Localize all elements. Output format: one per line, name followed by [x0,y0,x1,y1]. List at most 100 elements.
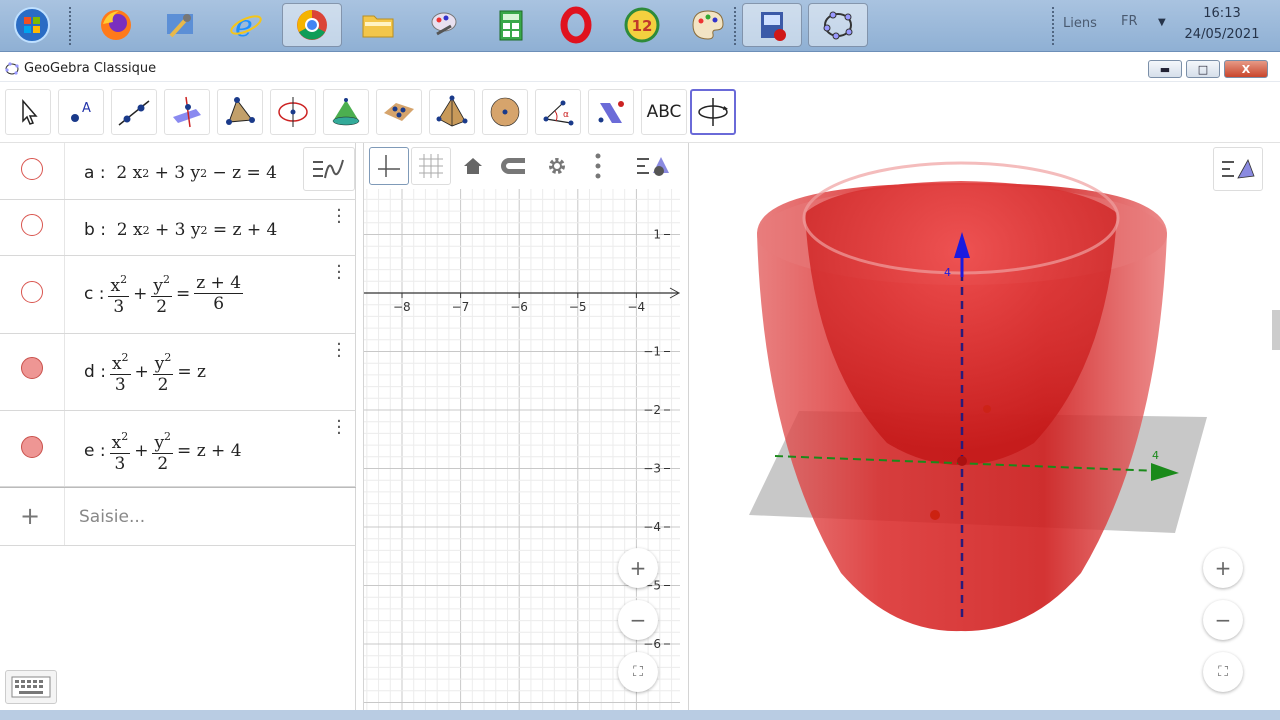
toggle-style-bar-button[interactable] [631,147,675,185]
polygon-tool-button[interactable] [217,89,263,135]
start-orb-icon[interactable] [2,3,62,47]
maximize-button[interactable]: □ [1186,60,1220,78]
move-tool-button[interactable] [5,89,51,135]
fullscreen-2d-button[interactable]: ⛶ [618,652,658,692]
calculator-icon[interactable] [480,3,540,47]
input-row[interactable] [0,487,356,546]
zoom-out-2d-button[interactable]: − [618,600,658,640]
close-button[interactable]: X [1224,60,1268,78]
window-scrollbar[interactable] [1272,310,1280,350]
cone-tool-button[interactable] [323,89,369,135]
input-bar[interactable]: Saisie... [79,507,145,527]
zoom-out-icon: − [1214,608,1232,632]
clock-time[interactable]: 16:13 [1180,6,1264,21]
clock-date[interactable]: 24/05/2021 [1180,27,1264,42]
add-item-plus-icon[interactable]: + [20,502,40,530]
virtual-keyboard-button[interactable] [5,670,57,704]
video-editor-icon[interactable] [742,3,802,47]
zoom-in-2d-button[interactable]: + [618,548,658,588]
x-tick-label: −8 [393,300,411,314]
svg-text:e: e [235,9,253,44]
label-a: a : [84,163,106,183]
expression-a[interactable]: a : 2 x2 + 3 y2 − z = 4 [84,163,277,183]
angle-tool-button[interactable]: α [535,89,581,135]
y-tick-label: 1 [653,228,661,242]
plane-tool-icon [384,103,414,121]
show-grid-button[interactable] [411,147,451,185]
palette-icon[interactable] [678,3,738,47]
geogebra-app-icon [4,61,20,81]
line-tool-button[interactable] [111,89,157,135]
grid-icon [419,154,443,178]
visibility-toggle-b[interactable] [21,214,43,236]
style-bar-toggle-icon [637,157,669,176]
visibility-toggle-a[interactable] [21,158,43,180]
window-title: GeoGebra Classique [24,61,157,76]
graphics-view-3d[interactable]: 4 4 [688,143,1280,710]
algebra-row-d[interactable]: d : x2 3 + y2 2 = z · · · [0,334,356,411]
expression-e[interactable]: e : x2 3 + y2 2 = z + 4 [84,427,242,474]
perpendicular-tool-button[interactable] [164,89,210,135]
gear-icon [549,158,565,174]
row-menu-icon[interactable]: · · · [333,258,345,288]
point-capturing-button[interactable] [495,147,533,185]
paint-icon[interactable] [414,3,474,47]
axes-icon [378,155,400,177]
graphics-3d-canvas[interactable]: 4 4 [689,143,1280,710]
visibility-toggle-e[interactable] [21,436,43,458]
firefox-icon[interactable] [86,3,146,47]
show-axes-button[interactable] [369,147,409,185]
more-options-button[interactable] [585,147,611,185]
zoom-in-3d-button[interactable]: + [1203,548,1243,588]
internet-explorer-icon[interactable]: e [216,3,276,47]
window-bottom-border [0,710,1280,720]
visibility-toggle-d[interactable] [21,357,43,379]
algebra-row-c[interactable]: c : x2 3 + y2 2 = z + 46 · · · [0,256,356,334]
sphere-tool-button[interactable] [482,89,528,135]
standard-view-button[interactable] [454,147,492,185]
toggle-3d-style-bar-button[interactable] [1213,147,1263,191]
fullscreen-3d-button[interactable]: ⛶ [1203,652,1243,692]
graphics-2d-style-bar [363,147,680,187]
point-tool-button[interactable]: A [58,89,104,135]
pyramid-tool-button[interactable] [429,89,475,135]
keyboard-icon [11,676,51,698]
label-b: b : [84,220,106,240]
links-toolbar-label[interactable]: Liens [1063,16,1097,31]
text-tool-label: ABC [646,102,682,122]
algebra-row-e[interactable]: e : x2 3 + y2 2 = z + 4 · · · [0,411,356,487]
rotate-view-tool-button[interactable] [690,89,736,135]
close-icon: X [1241,62,1251,76]
minimize-button[interactable]: ▬ [1148,60,1182,78]
algebra-style-bar-button[interactable] [303,147,355,191]
reflect-tool-button[interactable] [588,89,634,135]
app-settings-icon[interactable] [150,3,210,47]
expression-d[interactable]: d : x2 3 + y2 2 = z [84,348,206,395]
zoom-out-icon: − [629,608,647,632]
plane-tool-button[interactable] [376,89,422,135]
folder-icon[interactable] [348,3,408,47]
geogebra-icon[interactable] [808,3,868,47]
expression-b[interactable]: b : 2 x2 + 3 y2 = z + 4 [84,220,277,240]
badge-12-icon[interactable]: 12 [612,3,672,47]
opera-icon[interactable] [546,3,606,47]
expression-c[interactable]: c : x2 3 + y2 2 = z + 46 [84,270,247,317]
cone-tool-icon [332,98,360,126]
y-tick-label: −3 [643,462,661,476]
row-menu-icon[interactable]: · · · [333,413,345,443]
point-marker [983,405,991,413]
text-tool-button[interactable]: ABC [641,89,687,135]
label-c: c : [84,283,105,304]
chrome-icon[interactable] [282,3,342,47]
row-menu-icon[interactable]: · · · [333,336,345,366]
tray-expand-icon[interactable]: ▼ [1158,17,1166,28]
settings-button[interactable] [538,147,576,185]
rotate-view-tool-icon [698,98,728,126]
reflect-tool-icon [598,101,624,123]
language-indicator[interactable]: FR [1121,14,1138,29]
visibility-toggle-c[interactable] [21,281,43,303]
zoom-out-3d-button[interactable]: − [1203,600,1243,640]
row-menu-icon[interactable]: · · · [333,202,345,232]
algebra-row-b[interactable]: b : 2 x2 + 3 y2 = z + 4 · · · [0,200,356,256]
circle-tool-button[interactable] [270,89,316,135]
